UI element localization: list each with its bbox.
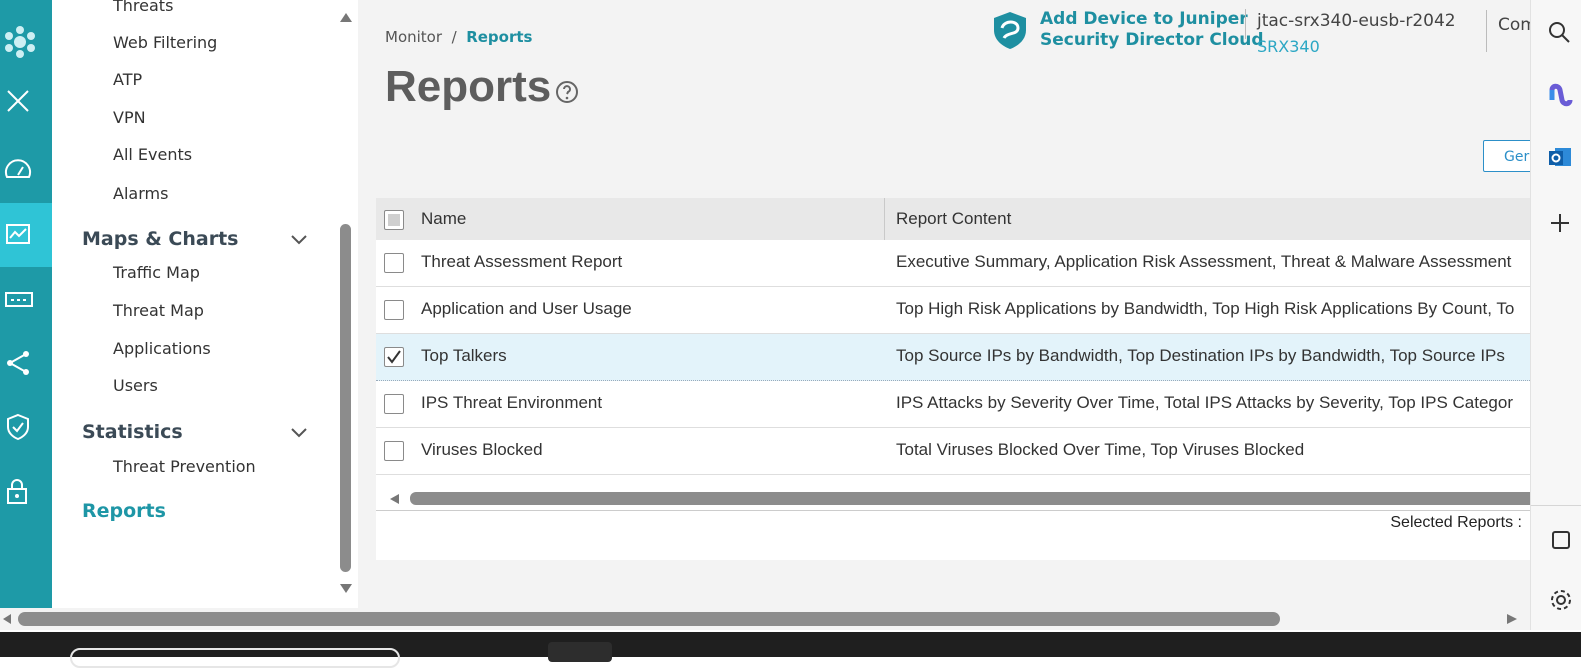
scroll-left-arrow-icon[interactable] [388,493,400,505]
nav-item-alarms[interactable]: Alarms [113,184,168,203]
settings-icon[interactable] [1549,588,1573,616]
security-policy-icon[interactable] [0,395,52,459]
table-row-selected[interactable]: Top Talkers Top Source IPs by Bandwidth,… [376,334,1530,381]
add-device-link[interactable]: Add Device to Juniper Security Director … [1040,9,1264,51]
row-checkbox[interactable] [384,300,404,320]
lock-icon[interactable] [0,460,52,524]
report-name: IPS Threat Environment [421,393,603,412]
column-divider[interactable] [884,198,885,240]
select-all-checkbox[interactable] [384,210,404,230]
scroll-left-arrow-icon[interactable] [2,613,12,625]
sidebar-divider [1531,505,1581,506]
chevron-down-icon[interactable] [290,232,308,251]
row-checkbox[interactable] [384,253,404,273]
scroll-right-arrow-icon[interactable] [1506,613,1518,625]
generate-report-button[interactable]: Ger [1483,140,1530,172]
column-header-report-content[interactable]: Report Content [896,209,1011,229]
nav-item-applications[interactable]: Applications [113,339,211,358]
nav-item-threat-prevention[interactable]: Threat Prevention [113,457,256,476]
monitor-icon[interactable] [0,203,52,267]
search-icon[interactable] [1547,20,1571,48]
row-checkbox[interactable] [384,394,404,414]
nav-scrollbar-thumb[interactable] [340,224,351,572]
report-content: IPS Attacks by Severity Over Time, Total… [896,393,1513,412]
outlook-icon[interactable] [1547,144,1573,174]
security-director-cloud-icon[interactable] [990,10,1030,54]
browser-sidebar [1530,0,1581,630]
device-info: jtac-srx340-eusb-r2042 SRX340 [1257,9,1456,59]
nav-item-all-events[interactable]: All Events [113,145,192,164]
row-checkbox-checked[interactable] [384,347,404,367]
reports-table: Name Report Content Threat Assessment Re… [376,198,1530,560]
nav-item-atp[interactable]: ATP [113,70,142,89]
scroll-up-arrow-icon[interactable] [339,11,353,23]
device-icon[interactable] [0,267,52,331]
nav-item-threats[interactable]: Threats [113,0,173,15]
checkmark-icon [387,350,401,364]
table-horizontal-scrollbar[interactable] [376,488,1530,511]
main-content: Monitor / Reports Reports Add Device to … [358,0,1530,608]
taskbar-app-tile[interactable] [548,642,612,662]
report-name: Application and User Usage [421,299,632,318]
report-name: Viruses Blocked [421,440,543,459]
nav-panel: Threats Web Filtering ATP VPN All Events… [52,0,358,610]
report-content: Top Source IPs by Bandwidth, Top Destina… [896,346,1505,365]
copilot-icon[interactable] [1547,82,1573,112]
nav-item-threat-map[interactable]: Threat Map [113,301,204,320]
close-icon[interactable] [0,70,52,134]
column-header-name[interactable]: Name [421,209,466,229]
breadcrumb: Monitor / Reports [385,28,532,46]
page-scrollbar-thumb[interactable] [18,612,1280,626]
report-name: Threat Assessment Report [421,252,623,271]
header-divider [1486,10,1487,52]
page-title: Reports [385,62,552,111]
breadcrumb-monitor[interactable]: Monitor [385,28,442,46]
taskbar [0,632,1581,668]
chevron-down-icon[interactable] [290,425,308,444]
icon-rail [0,0,52,610]
taskbar-search-box[interactable] [70,648,400,668]
scroll-down-arrow-icon[interactable] [339,583,353,595]
promo-line1: Add Device to Juniper [1040,9,1248,29]
breadcrumb-current: Reports [466,28,533,46]
nav-item-reports[interactable]: Reports [82,500,166,522]
row-checkbox[interactable] [384,441,404,461]
nav-item-users[interactable]: Users [113,376,158,395]
report-content: Top High Risk Applications by Bandwidth,… [896,299,1515,318]
report-content: Executive Summary, Application Risk Asse… [896,252,1512,271]
breadcrumb-separator: / [451,28,457,46]
nav-group-maps-charts[interactable]: Maps & Charts [82,228,239,250]
juniper-logo-icon [0,10,52,74]
nav-item-traffic-map[interactable]: Traffic Map [113,263,200,282]
table-row[interactable]: Threat Assessment Report Executive Summa… [376,240,1530,287]
network-icon[interactable] [0,331,52,395]
header-extra-text[interactable]: Com [1498,15,1530,35]
report-content: Total Viruses Blocked Over Time, Top Vir… [896,440,1305,459]
table-row[interactable]: Viruses Blocked Total Viruses Blocked Ov… [376,428,1530,475]
device-name: jtac-srx340-eusb-r2042 [1257,11,1456,31]
page-horizontal-scrollbar[interactable] [0,608,1530,630]
report-name: Top Talkers [421,346,507,365]
device-model: SRX340 [1257,37,1320,56]
help-icon[interactable] [555,80,579,108]
promo-line2: Security Director Cloud [1040,30,1264,50]
table-scrollbar-thumb[interactable] [410,492,1530,505]
table-row[interactable]: Application and User Usage Top High Risk… [376,287,1530,334]
dashboard-icon[interactable] [0,138,52,202]
window-icon[interactable] [1551,530,1571,554]
nav-item-web-filtering[interactable]: Web Filtering [113,33,217,52]
table-row[interactable]: IPS Threat Environment IPS Attacks by Se… [376,381,1530,428]
table-header: Name Report Content [376,198,1530,240]
header-divider [1245,9,1246,39]
nav-group-statistics[interactable]: Statistics [82,421,183,443]
nav-item-vpn[interactable]: VPN [113,108,146,127]
plus-icon[interactable] [1549,212,1571,238]
selected-reports-label: Selected Reports : [1390,514,1522,531]
